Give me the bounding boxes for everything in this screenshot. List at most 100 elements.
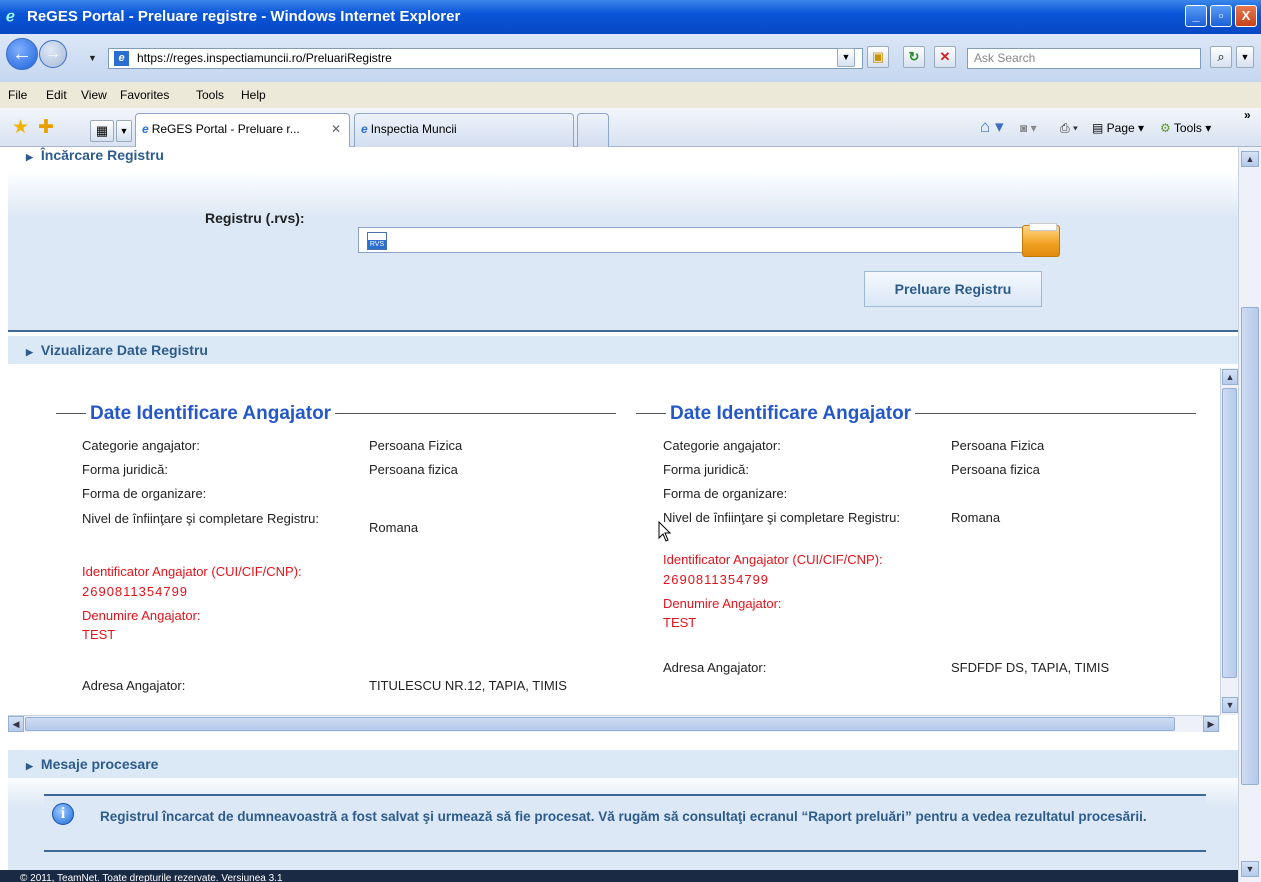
tab-close-icon[interactable]: ✕ [331,114,341,144]
nivel-label: Nivel de înfiinţare şi completare Regist… [82,511,319,526]
left-legend: Date Identificare Angajator [86,403,336,425]
page-content: Registru (.rvs): RVS Preluare Registru ▶… [8,147,1238,870]
rvs-file-icon: RVS [367,232,387,250]
window-titlebar: ℯ ReGES Portal - Preluare registre - Win… [0,0,1261,34]
categorie-value: Persoana Fizica [951,438,1045,453]
forma-organizare-label: Forma de organizare: [82,486,207,501]
inner-horizontal-thumb[interactable] [25,717,1175,731]
page-menu[interactable]: ▤ Page ▾ [1092,121,1144,135]
inner-horizontal-scrollbar[interactable]: ◀ ▶ [8,715,1220,732]
tools-menu-label: Tools [1173,121,1202,135]
feeds-icon[interactable]: ◙ ▾ [1020,121,1037,135]
browse-folder-icon[interactable] [1022,223,1060,257]
section-triangle-icon: ▶ [26,347,33,357]
page-vertical-scrollbar[interactable]: ▲ ▼ [1238,147,1261,882]
scroll-right-icon[interactable]: ▶ [1203,716,1219,732]
refresh-icon[interactable]: ↻ [903,46,925,68]
adresa-value: TITULESCU NR.12, TAPIA, TIMIS [369,678,567,693]
section-triangle-icon: ▶ [26,152,33,162]
search-input[interactable]: Ask Search [967,48,1201,69]
adresa-value: SFDFDF DS, TAPIA, TIMIS [951,660,1110,675]
upload-section-header[interactable]: ▶ Încărcare Registru [8,147,1238,169]
menu-help[interactable]: Help [241,88,266,102]
tab-inspectia-muncii[interactable]: e Inspectia Muncii [354,113,574,147]
scroll-up-icon[interactable]: ▲ [1222,369,1238,385]
forma-juridica-value: Persoana fizica [369,462,458,477]
forma-juridica-label: Forma juridică: [82,462,168,477]
section-divider [8,330,1238,332]
tab-list-icon[interactable]: ▼ [116,120,132,142]
denumire-label: Denumire Angajator: [82,608,201,623]
history-dropdown-icon[interactable]: ▼ [88,53,97,63]
close-button[interactable]: X [1235,5,1257,27]
scroll-left-icon[interactable]: ◀ [8,716,24,732]
address-input[interactable]: e https://reges.inspectiamuncii.ro/Prelu… [108,48,863,69]
page-menu-label: Page [1106,121,1135,135]
mouse-cursor-icon [658,521,672,542]
stop-icon[interactable]: ✕ [934,46,956,68]
adresa-label: Adresa Angajator: [82,678,186,693]
menu-tools[interactable]: Tools [196,88,224,102]
address-dropdown-icon[interactable]: ▼ [837,48,855,67]
upload-section-title: Încărcare Registru [40,147,164,163]
messages-section-title: Mesaje procesare [40,756,159,772]
search-options-icon[interactable]: ▼ [1236,46,1254,68]
forma-organizare-label: Forma de organizare: [663,486,788,501]
forma-juridica-value: Persoana fizica [951,462,1040,477]
lock-icon[interactable]: ▣ [867,46,889,68]
upload-panel: Registru (.rvs): RVS Preluare Registru [8,170,1238,330]
messages-panel: i Registrul încarcat de dumneavoastră a … [8,774,1238,870]
rvs-file-icon-text: RVS [368,240,386,249]
tab-reges-portal[interactable]: e ReGES Portal - Preluare r... ✕ [135,113,350,147]
view-section-header[interactable]: ▶ Vizualizare Date Registru [8,336,1238,364]
page-icon: e [114,51,129,66]
messages-section-header[interactable]: ▶ Mesaje procesare [8,750,1238,778]
tools-menu[interactable]: ⚙ Tools ▾ [1160,121,1211,135]
ie-logo-icon: ℯ [6,8,15,25]
menu-bar: File Edit View Favorites Tools Help [0,82,1261,108]
scroll-down-icon[interactable]: ▼ [1222,697,1238,713]
nivel-value: Romana [951,510,1001,525]
tab-label: ReGES Portal - Preluare r... [151,122,300,136]
page-scroll-down-icon[interactable]: ▼ [1241,861,1259,877]
back-button[interactable]: ← [6,38,38,70]
inner-vertical-scrollbar[interactable]: ▲ ▼ [1220,368,1238,715]
menu-edit[interactable]: Edit [46,88,67,102]
page-vertical-thumb[interactable] [1241,307,1259,785]
inner-vertical-thumb[interactable] [1222,388,1237,678]
left-employer-fieldset: Date Identificare Angajator Categorie an… [56,403,616,713]
menu-view[interactable]: View [81,88,107,102]
ie-page-icon: e [361,122,368,136]
maximize-button[interactable]: ▫ [1210,5,1232,27]
forma-juridica-label: Forma juridică: [663,462,749,477]
denumire-value: TEST [663,615,697,630]
tab-bar: ★ ✚ ▦ ▼ e ReGES Portal - Preluare r... ✕ … [0,108,1261,147]
add-favorites-icon[interactable]: ✚ [38,116,54,139]
preluare-registru-button[interactable]: Preluare Registru [864,271,1042,307]
nivel-label: Nivel de înfiinţare şi completare Regist… [663,510,900,525]
address-toolbar: ← → ▼ e https://reges.inspectiamuncii.ro… [0,34,1261,82]
identificator-label: Identificator Angajator (CUI/CIF/CNP): [82,564,302,579]
quick-tabs-icon[interactable]: ▦ [90,120,114,142]
page-scroll-up-icon[interactable]: ▲ [1241,151,1259,167]
denumire-label: Denumire Angajator: [663,596,782,611]
chevron-more-icon[interactable]: » [1244,108,1251,122]
new-tab-button[interactable] [577,113,609,147]
nivel-value: Romana [369,520,419,535]
menu-favorites[interactable]: Favorites [120,88,169,102]
identificator-label: Identificator Angajator (CUI/CIF/CNP): [663,552,883,567]
minimize-button[interactable]: _ [1185,5,1207,27]
print-icon[interactable]: ⎙ ▾ [1060,121,1078,136]
identificator-value: 2690811354799 [82,584,189,599]
tab-label: Inspectia Muncii [370,122,457,136]
address-url: https://reges.inspectiamuncii.ro/Preluar… [137,51,392,65]
home-icon[interactable]: ⌂ ▾ [980,117,1004,137]
menu-file[interactable]: File [8,88,27,102]
forward-button[interactable]: → [39,40,67,68]
registru-file-input[interactable]: RVS [358,227,1023,253]
denumire-value: TEST [82,627,116,642]
identificator-value: 2690811354799 [663,572,770,587]
footer: © 2011, TeamNet. Toate drepturile rezerv… [0,870,1238,882]
search-icon[interactable]: ⌕ [1210,46,1232,68]
favorites-star-icon[interactable]: ★ [12,116,29,139]
